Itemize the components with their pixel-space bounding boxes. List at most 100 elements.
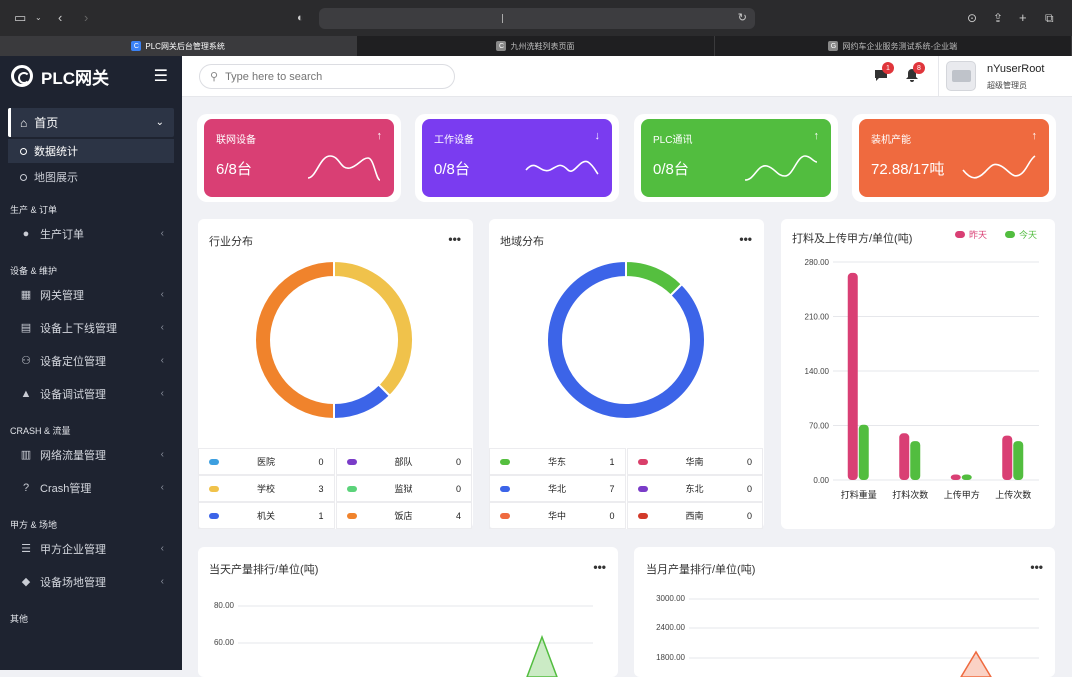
sparkline-path — [525, 160, 599, 175]
donut-slice-华东[interactable] — [625, 259, 684, 297]
circle-icon — [20, 173, 27, 181]
x-tick-label: 上传甲方 — [944, 489, 980, 500]
back-icon[interactable]: ‹ — [58, 9, 62, 27]
browser-tab[interactable]: C PLC网关后台管理系统 — [0, 36, 358, 56]
donut-slice-机关[interactable] — [333, 383, 392, 421]
reload-icon[interactable]: ↻ — [738, 11, 747, 24]
drop-icon: ● — [22, 227, 30, 240]
legend-row[interactable]: 华南 0 — [626, 448, 763, 475]
sidebar-item[interactable]: ◆ 设备场地管理 ‹ — [0, 565, 182, 598]
notification-button[interactable]: 8 — [905, 62, 925, 82]
sidebar-item[interactable]: ▤ 设备上下线管理 ‹ — [0, 311, 182, 344]
share-icon[interactable]: ⇪ — [993, 9, 1003, 27]
legend-value: 0 — [746, 483, 752, 494]
stamp-icon: ▤ — [20, 322, 32, 334]
bar-昨天-打料重量[interactable] — [847, 272, 858, 480]
legend-value: 0 — [609, 510, 615, 521]
legend-row[interactable]: 监狱 0 — [335, 475, 472, 502]
legend-row[interactable]: 医院 0 — [198, 448, 335, 475]
tabs-overview-icon[interactable]: ⧉ — [1045, 9, 1054, 27]
legend-row[interactable]: 学校 3 — [198, 475, 335, 502]
legend-row[interactable]: 华北 7 — [489, 475, 626, 502]
browser-tab-label: 九州洗鞋列表页面 — [510, 41, 575, 51]
legend-row[interactable]: 部队 0 — [335, 448, 472, 475]
sidebar-sub-map[interactable]: 地图展示 — [8, 165, 174, 189]
legend-swatch — [346, 485, 357, 492]
sidebar-sub-stats[interactable]: 数据统计 — [8, 139, 174, 163]
bar-昨天-上传甲方[interactable] — [950, 474, 961, 480]
legend-value: 7 — [609, 483, 615, 494]
legend-row[interactable]: 华中 0 — [489, 502, 626, 529]
message-badge: 1 — [882, 62, 894, 74]
donut-slice-学校[interactable] — [333, 259, 414, 398]
browser-tab[interactable]: G 网约车企业服务测试系统-企业端 — [715, 36, 1072, 56]
menu-toggle-icon[interactable]: ☰ — [154, 66, 168, 86]
chevron-down-icon[interactable]: ⌄ — [35, 9, 42, 27]
legend-swatch — [637, 485, 648, 492]
tag-icon: ◆ — [21, 576, 31, 588]
stat-card[interactable]: 工作设备 0/8台 ↓ — [422, 119, 612, 197]
sidebar-item[interactable]: ▥ 网络流量管理 ‹ — [0, 438, 182, 471]
sidebar-item[interactable]: ☰ 甲方企业管理 ‹ — [0, 532, 182, 565]
legend-name: 东北 — [685, 484, 704, 494]
donut-slice-华北[interactable] — [546, 259, 706, 420]
stat-card[interactable]: 联网设备 6/8台 ↑ — [204, 119, 394, 197]
search-input[interactable] — [225, 70, 426, 83]
x-tick-label: 上传次数 — [995, 489, 1031, 500]
bar-今天-打料次数[interactable] — [910, 441, 921, 480]
brand: PLC网关 ☰ — [0, 56, 182, 96]
legend-swatch — [346, 458, 357, 465]
shield-icon[interactable]: ◐ — [297, 9, 304, 27]
legend-value: 1 — [609, 456, 615, 467]
search-box[interactable]: ⚲ — [199, 64, 455, 89]
legend-name: 饭店 — [394, 511, 413, 521]
legend-row[interactable]: 东北 0 — [626, 475, 763, 502]
sidebar-group-title: 其他 — [10, 614, 29, 624]
legend-swatch — [209, 458, 219, 465]
legend-row[interactable]: 华东 1 — [489, 448, 626, 475]
daily-area-chart: 80.00 60.00 — [214, 601, 593, 677]
area-peak[interactable] — [960, 650, 992, 677]
chevron-left-icon: ‹ — [160, 289, 164, 300]
bar-昨天-打料次数[interactable] — [899, 433, 910, 480]
notification-badge: 8 — [913, 62, 925, 74]
bar-今天-上传甲方[interactable] — [961, 474, 972, 480]
legend-row[interactable]: 西南 0 — [626, 502, 763, 529]
region-donut — [546, 259, 706, 420]
sidebar-item-home[interactable]: ⌂ 首页 ⌄ — [8, 108, 174, 137]
sidebar-item[interactable]: ● 生产订单 ‹ — [0, 217, 182, 250]
bar-今天-打料重量[interactable] — [858, 424, 869, 480]
sidebar-item[interactable]: ⚇ 设备定位管理 ‹ — [0, 344, 182, 377]
sidebar-toggle-icon[interactable]: ▭ — [14, 9, 26, 27]
username[interactable]: nYuserRoot — [987, 63, 1044, 75]
message-button[interactable]: 1 — [874, 62, 894, 82]
y-tick-label: 0.00 — [813, 476, 829, 485]
sidebar-groups: 生产 & 订单 ● 生产订单 ‹ 设备 & 维护 ▦ 网关管理 ‹ ▤ 设备上下线管理 ‹ ⚇ 设备定位… — [0, 203, 182, 626]
browser-tab[interactable]: C 九州洗鞋列表页面 — [357, 36, 715, 56]
stat-card[interactable]: 装机产能 72.88/17吨 ↑ — [859, 119, 1049, 197]
avatar[interactable] — [946, 61, 976, 91]
bar-昨天-上传次数[interactable] — [1002, 435, 1013, 480]
chevron-left-icon: ‹ — [160, 543, 164, 554]
download-icon[interactable]: ⊙ — [967, 9, 977, 27]
search-icon: ⚲ — [210, 71, 219, 83]
legend-row[interactable]: 饭店 4 — [335, 502, 472, 529]
legend-row[interactable]: 机关 1 — [198, 502, 335, 529]
bar-今天-上传次数[interactable] — [1013, 441, 1024, 480]
sidebar-item[interactable]: ▲ 设备调试管理 ‹ — [0, 377, 182, 410]
donut-slice-饭店[interactable] — [254, 259, 335, 421]
address-bar[interactable]: ↻ — [319, 8, 755, 29]
legend-value: 0 — [746, 510, 752, 521]
user-role: 超级管理员 — [987, 81, 1027, 90]
stat-card[interactable]: PLC通讯 0/8台 ↑ — [641, 119, 831, 197]
sidebar-item[interactable]: ▦ 网关管理 ‹ — [0, 278, 182, 311]
y-tick-label: 2400.00 — [656, 623, 685, 632]
forward-icon[interactable]: › — [84, 9, 88, 27]
legend-swatch — [500, 458, 510, 465]
favicon-icon: C — [496, 41, 507, 51]
sidebar-item[interactable]: ? Crash管理 ‹ — [0, 471, 182, 504]
text-cursor — [502, 14, 503, 23]
legend-swatch — [637, 512, 648, 519]
new-tab-icon[interactable]: + — [1019, 9, 1027, 27]
browser-tab-label: 网约车企业服务测试系统-企业端 — [842, 41, 958, 51]
